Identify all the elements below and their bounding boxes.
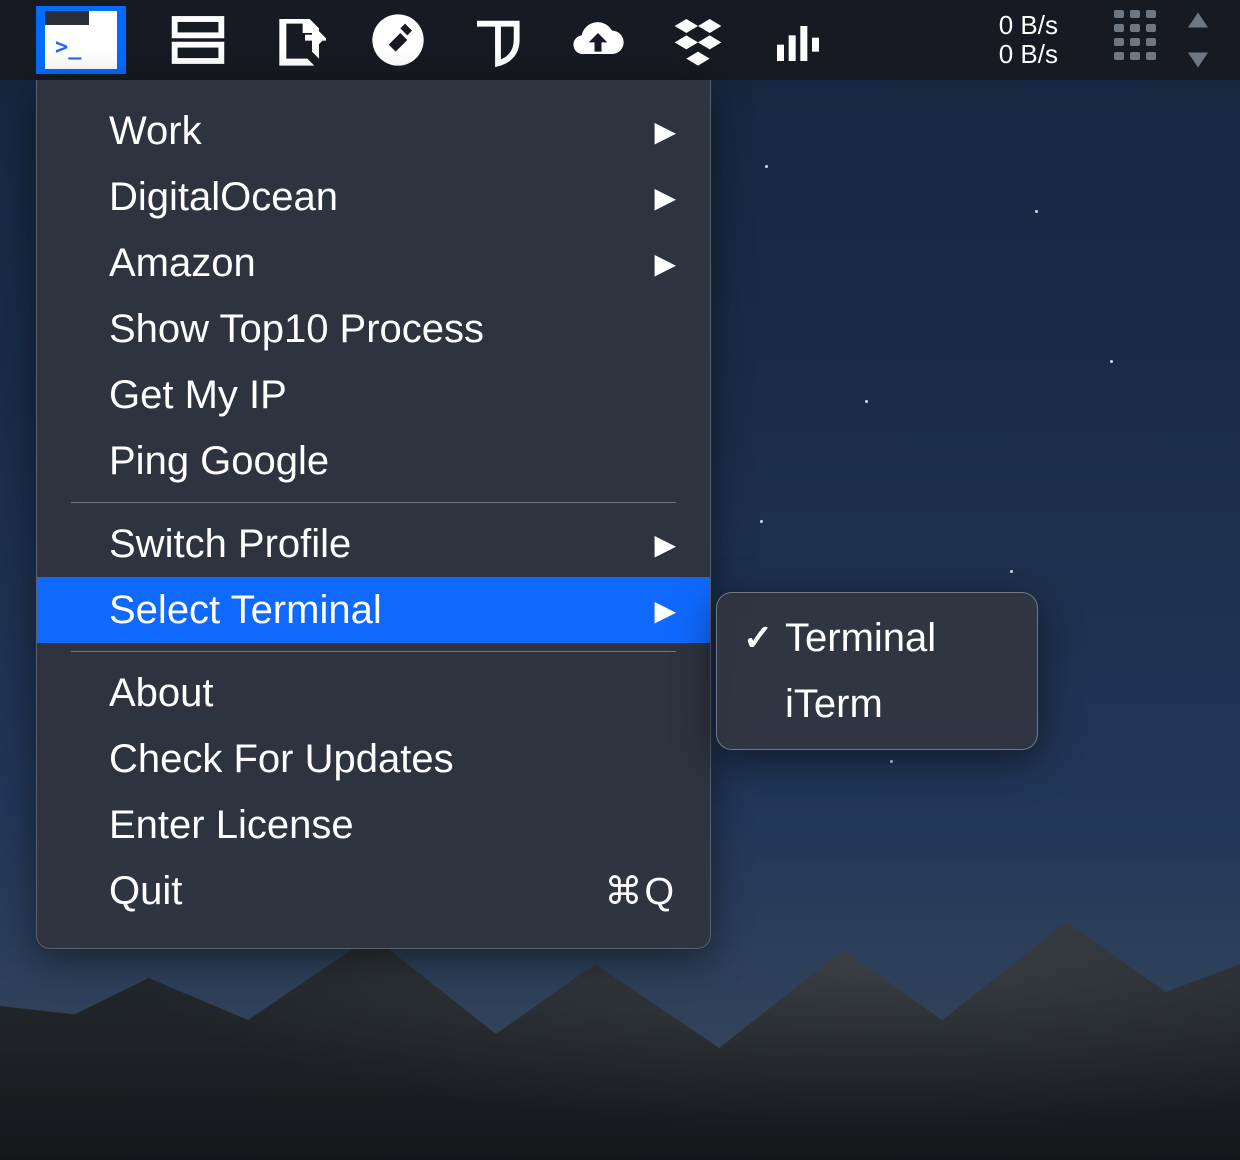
menu-item-amazon[interactable]: Amazon ▶ [37,230,710,296]
menu-item-label: Quit [109,869,604,914]
star [760,520,763,523]
submenu-item-iterm[interactable]: iTerm [717,671,1037,737]
submenu-arrow-icon: ▶ [654,528,676,561]
menu-item-ping-google[interactable]: Ping Google [37,428,710,494]
menu-item-label: DigitalOcean [109,175,654,220]
menu-item-digitalocean[interactable]: DigitalOcean ▶ [37,164,710,230]
menu-item-about[interactable]: About [37,660,710,726]
menu-item-shortcut: ⌘Q [604,869,676,914]
submenu-arrow-icon: ▶ [654,181,676,214]
menu-item-label: Get My IP [109,373,676,418]
star [765,165,768,168]
terminal-app-icon: >_ [45,11,117,69]
star [1110,360,1113,363]
menu-item-select-terminal[interactable]: Select Terminal ▶ [37,577,710,643]
checkmark-icon: ✓ [743,617,785,659]
menu-item-label: Show Top10 Process [109,307,676,352]
menubar-app-terminal-launcher[interactable]: >_ [36,6,126,74]
submenu-item-label: Terminal [785,616,936,661]
submenu-arrow-icon: ▶ [654,594,676,627]
cloud-upload-icon[interactable] [570,12,626,68]
submenu-item-label: iTerm [785,682,883,727]
menu-item-get-my-ip[interactable]: Get My IP [37,362,710,428]
menu-item-enter-license[interactable]: Enter License [37,792,710,858]
menu-separator [71,651,676,652]
menu-item-switch-profile[interactable]: Switch Profile ▶ [37,511,710,577]
menu-item-label: Work [109,109,654,154]
net-upload-speed: 0 B/s [999,11,1058,40]
window-layout-icon[interactable] [170,12,226,68]
net-download-speed: 0 B/s [999,40,1058,69]
menu-item-label: Switch Profile [109,522,654,567]
menu-item-label: Amazon [109,241,654,286]
star [1035,210,1038,213]
network-activity-icon[interactable] [1114,10,1228,70]
submenu-item-terminal[interactable]: ✓ Terminal [717,605,1037,671]
menu-item-label: Check For Updates [109,737,676,782]
terminal-prompt-glyph: >_ [55,35,82,60]
select-terminal-submenu: ✓ Terminal iTerm [716,592,1038,750]
menu-item-label: Enter License [109,803,676,848]
menu-item-check-for-updates[interactable]: Check For Updates [37,726,710,792]
menu-item-label: About [109,671,676,716]
submenu-arrow-icon: ▶ [654,115,676,148]
dropbox-icon[interactable] [670,12,726,68]
menubar: >_ [0,0,1240,80]
menu-item-label: Select Terminal [109,588,654,633]
star [1010,570,1013,573]
network-speed-readout[interactable]: 0 B/s 0 B/s [999,11,1058,68]
star [865,400,868,403]
menu-separator [71,502,676,503]
menu-item-quit[interactable]: Quit ⌘Q [37,858,710,924]
app-dropdown-menu: Work ▶ DigitalOcean ▶ Amazon ▶ Show Top1… [36,80,711,949]
shield-outline-icon[interactable] [470,12,526,68]
star [890,760,893,763]
updown-arrows-icon [1168,10,1228,70]
submenu-arrow-icon: ▶ [654,247,676,280]
menu-item-work[interactable]: Work ▶ [37,98,710,164]
export-arrow-icon[interactable] [270,12,326,68]
hammer-circle-icon[interactable] [370,12,426,68]
signal-bars-icon[interactable] [770,12,826,68]
menu-item-show-top10-process[interactable]: Show Top10 Process [37,296,710,362]
menu-item-label: Ping Google [109,439,676,484]
